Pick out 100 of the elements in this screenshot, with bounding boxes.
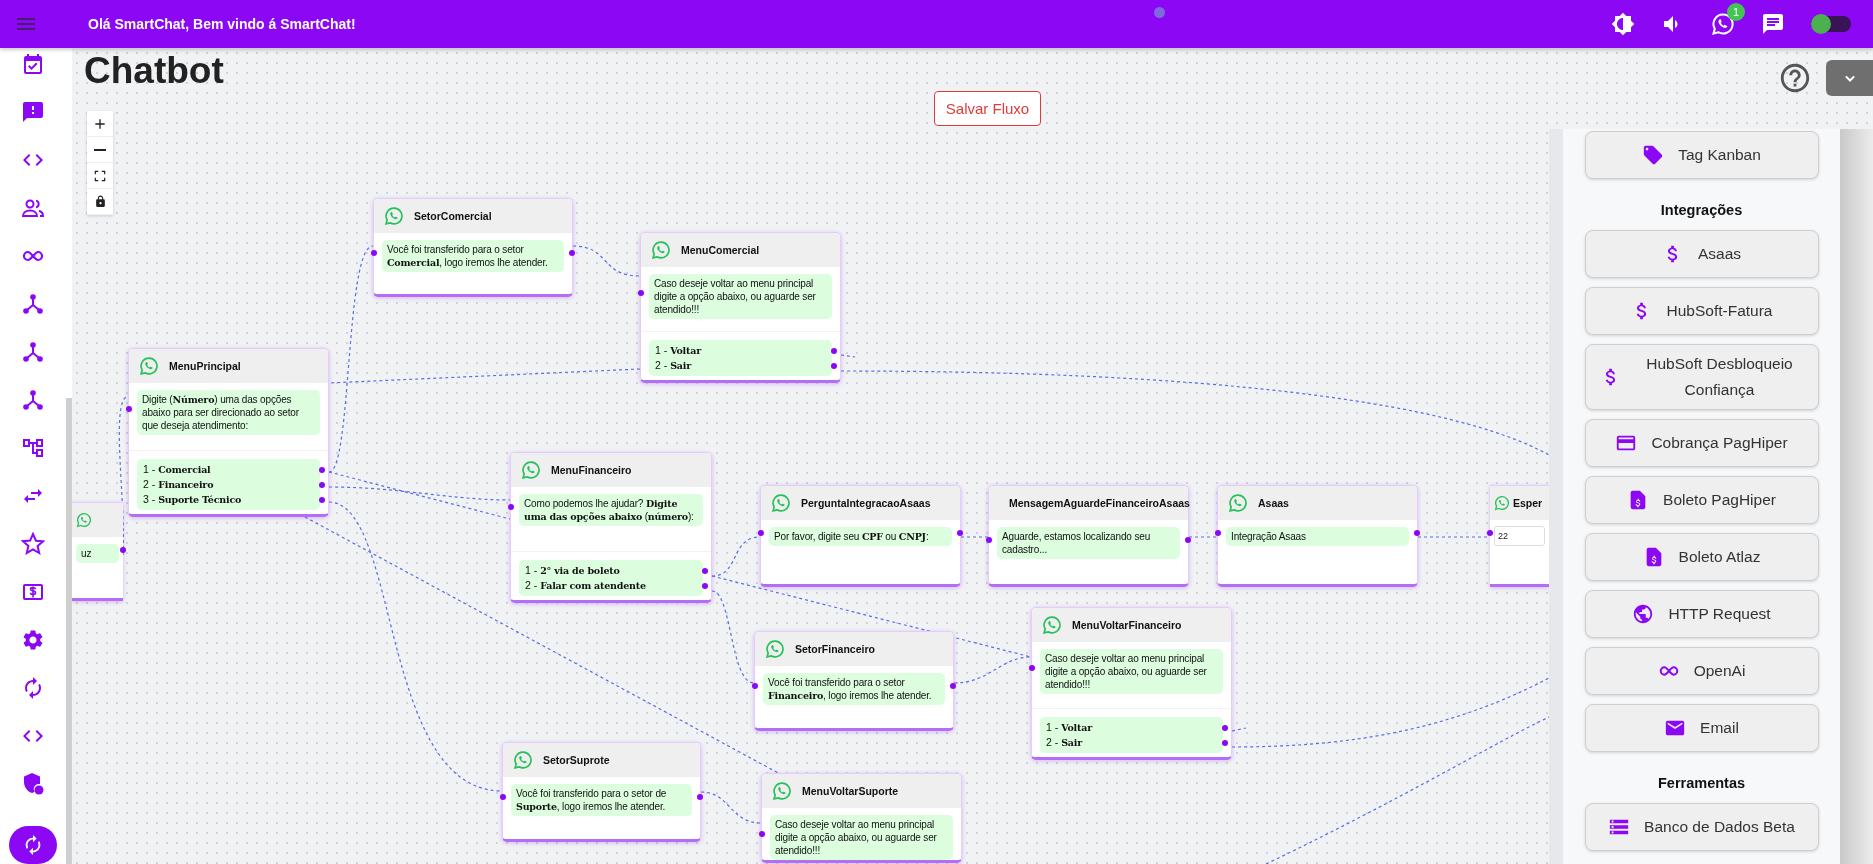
connection-handle[interactable] [1215, 530, 1221, 536]
node-title: MenuVoltarSuporte [802, 785, 899, 797]
calendar-check-icon[interactable] [21, 52, 45, 76]
connection-handle[interactable] [1414, 530, 1420, 536]
node-title: SetorFinanceiro [795, 643, 875, 655]
flow-node-card[interactable]: SetorFinanceiro Você foi transferido para o setor Financeiro, logo iremos lhe atender. [754, 631, 954, 731]
option-text: 1 - Comercial [143, 463, 211, 475]
connection-handle[interactable] [759, 831, 765, 837]
connection-handle[interactable] [702, 567, 708, 574]
zoom-in-button[interactable] [87, 111, 113, 137]
diagram-icon[interactable] [21, 436, 45, 460]
hub-icon[interactable] [21, 340, 45, 364]
connection-handle[interactable] [697, 793, 703, 800]
connection-handle[interactable] [1222, 739, 1228, 746]
connection-handle[interactable] [957, 530, 963, 536]
node-title: MensagemAguardeFinanceiroAsaas [1009, 497, 1190, 509]
whatsapp-icon[interactable] [1711, 12, 1735, 36]
connection-handle[interactable] [126, 406, 132, 412]
hub-icon[interactable] [21, 388, 45, 412]
connection-handle[interactable] [319, 496, 325, 503]
lock-icon [93, 195, 107, 208]
connection-handle[interactable] [500, 793, 506, 800]
message-bubble: Caso deseje voltar ao menu principal digite a opção abaixo, ou aguarde ser atendido!!! [770, 815, 953, 860]
node-title: MenuFinanceiro [551, 464, 632, 476]
message-bubble: Você foi transferido para o setor Comercial, logo iremos lhe atender. [382, 240, 564, 272]
node-title: PerguntaIntegracaoAsaas [801, 497, 931, 509]
fit-view-button[interactable] [87, 163, 113, 189]
shield-icon[interactable] [21, 772, 45, 796]
connection-handle[interactable] [1029, 665, 1035, 671]
connection-handle[interactable] [120, 547, 126, 553]
flow-node-card[interactable]: Esper 22 [1490, 485, 1549, 587]
input-field[interactable]: 22 [1494, 526, 1545, 546]
whatsapp-icon [521, 460, 541, 480]
message-bubble: Como podemos lhe ajudar? Digite uma das opções abaixo (número): [519, 494, 703, 526]
connection-handle[interactable] [986, 536, 992, 543]
panel-button[interactable]: Cobrança PagHiper [1584, 419, 1819, 467]
connection-handle[interactable] [569, 249, 575, 256]
whatsapp-icon [771, 493, 791, 513]
node-title: MenuPrincipal [169, 360, 241, 372]
connection-handle[interactable] [319, 481, 325, 488]
flow-node-card[interactable]: uz [72, 502, 123, 601]
section-heading: Integrações [1660, 202, 1743, 218]
settings-icon[interactable] [21, 628, 45, 652]
panel-button[interactable]: Banco de Dados Beta [1584, 803, 1819, 851]
node-title: SetorSuprote [543, 754, 610, 766]
scrollbar[interactable] [66, 398, 72, 864]
star-icon[interactable] [21, 532, 45, 556]
chat-icon[interactable] [1761, 12, 1785, 36]
flow-node-card[interactable]: MenuPrincipal Digite (Número) uma das opções abaixo para ser direcionado ao setor que deseja atendimento: 1 - Comercial 2 - Financeiro 3 - Suporte Técnico [128, 348, 329, 517]
hub-icon[interactable] [21, 292, 45, 316]
connection-handle[interactable] [508, 503, 514, 510]
flow-node-card[interactable]: MenuComercial Caso deseje voltar ao menu principal digite a opção abaixo, ou aguarde ser atendido!!! 1 - Voltar 2 - Sair [640, 232, 841, 383]
connection-handle[interactable] [319, 466, 325, 473]
page-title: Chatbot [83, 49, 225, 93]
save-flow-button[interactable]: Salvar Fluxo [933, 91, 1042, 126]
connection-handle[interactable] [1222, 724, 1228, 731]
brightness-icon[interactable] [1611, 12, 1635, 36]
node-title: SetorComercial [414, 210, 492, 222]
whatsapp-icon [765, 639, 785, 659]
panel-button[interactable]: HTTP Request [1584, 590, 1819, 638]
connection-handle[interactable] [950, 682, 956, 689]
flow-node-card[interactable]: MenuFinanceiro Como podemos lhe ajudar? Digite uma das opções abaixo (número): 1 - 2° via de boleto 2 - Falar com atendente [510, 452, 712, 603]
connection-handle[interactable] [831, 362, 837, 369]
refresh-button[interactable] [9, 826, 57, 864]
node-title: MenuVoltarFinanceiro [1072, 619, 1182, 631]
option-text: 2 - Sair [1046, 736, 1082, 748]
connection-handle[interactable] [758, 530, 764, 536]
flow-node-card[interactable]: MenuVoltarSuporte Caso deseje voltar ao menu principal digite a opção abaixo, ou aguarde ser atendido!!! [761, 773, 962, 863]
panel-button[interactable]: Tag Kanban [1584, 131, 1819, 179]
flow-node-card[interactable]: Asaas Integração Asaas [1217, 485, 1418, 587]
connection-handle[interactable] [1185, 536, 1191, 543]
flow-node-card[interactable]: MensagemAguardeFinanceiroAsaas Aguarde, estamos localizando seu cadastro... [988, 485, 1189, 587]
connection-handle[interactable] [638, 290, 644, 296]
flow-node-card[interactable]: MenuVoltarFinanceiro Caso deseje voltar ao menu principal digite a opção abaixo, ou aguarde ser atendido!!! 1 - Voltar 2 - Sair [1031, 607, 1232, 760]
flow-node-card[interactable]: PerguntaIntegracaoAsaas Por favor, digite seu CPF ou CNPJ: [760, 485, 961, 587]
message-bubble: uz [76, 544, 119, 563]
connection-handle[interactable] [752, 682, 758, 689]
panel-button[interactable]: OpenAi [1584, 647, 1819, 695]
theme-switch[interactable] [1811, 16, 1851, 32]
connection-handle[interactable] [702, 582, 708, 589]
option-text: 1 - Voltar [655, 344, 701, 356]
connection-handle[interactable] [371, 249, 377, 256]
panel-button[interactable]: HubSoft-Fatura [1584, 287, 1819, 335]
panel-button[interactable]: Asaas [1584, 230, 1819, 278]
panel-button[interactable]: HubSoft Desbloqueio Confiança [1584, 344, 1819, 410]
whatsapp-icon [1494, 495, 1510, 511]
flow-node-card[interactable]: SetorComercial Você foi transferido para o setor Comercial, logo iremos lhe atender. [373, 198, 573, 297]
panel-button[interactable]: Boleto Atlaz [1584, 533, 1819, 581]
message-bubble: Por favor, digite seu CPF ou CNPJ: [769, 527, 952, 546]
panel-button[interactable]: Boleto PagHiper [1584, 476, 1819, 524]
help-icon[interactable] [1778, 61, 1812, 95]
alert-icon[interactable] [21, 100, 45, 124]
connection-handle[interactable] [1487, 530, 1493, 536]
zoom-out-button[interactable] [87, 137, 113, 163]
option-text: 2 - Falar com atendente [525, 579, 646, 591]
whatsapp-icon [76, 512, 92, 528]
panel-button[interactable]: Email [1584, 704, 1819, 752]
lock-button[interactable] [87, 189, 113, 215]
flow-node-card[interactable]: SetorSuprote Você foi transferido para o setor de Suporte, logo iremos lhe atender. [502, 742, 701, 842]
connection-handle[interactable] [831, 347, 837, 354]
